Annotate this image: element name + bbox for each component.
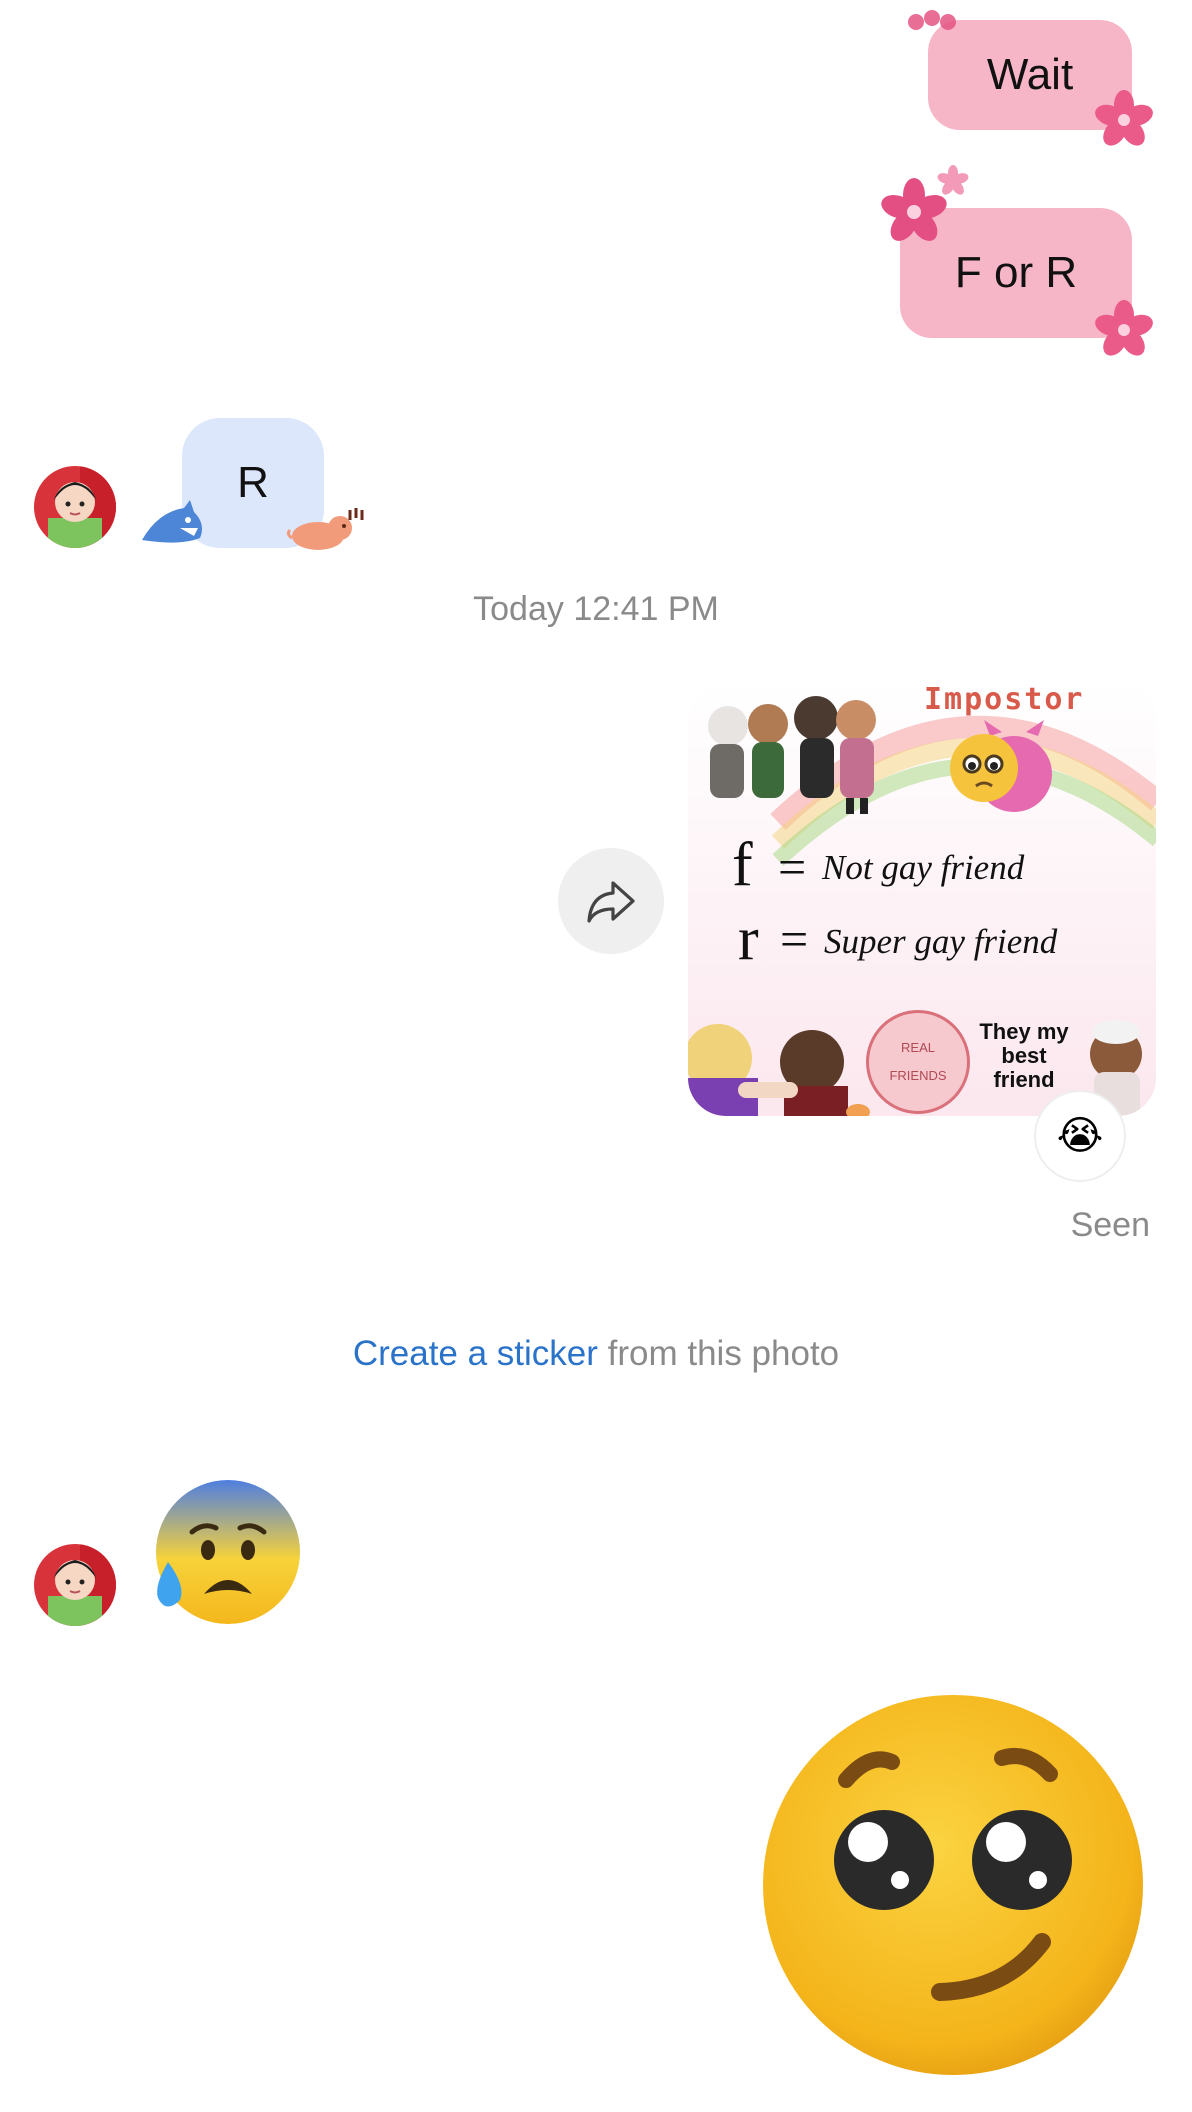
real-friends-badge: REAL FRIENDS [866,1010,970,1114]
anxious-face-with-sweat-icon[interactable] [144,1476,306,1628]
create-sticker-link[interactable]: Create a sticker [353,1334,598,1373]
flower-decoration-icon [1095,90,1153,146]
message-text: R [237,458,269,507]
photo-symbol-r: r [738,905,759,973]
share-arrow-icon [587,881,635,923]
avatar-image [34,466,116,548]
photo-text-f: Not gay friend [822,848,1025,887]
create-sticker-rest: from this photo [597,1334,840,1373]
pig-sticker-icon [286,508,364,550]
avatar-image [34,1544,116,1626]
flower-decoration-icon [908,10,956,30]
loudly-crying-face-icon: 😭 [1056,1114,1104,1158]
pleading-smirk-face-icon[interactable] [760,1692,1146,2078]
photo-symbol-f: f [732,831,753,899]
photo-equals-f: = [778,839,807,895]
contact-avatar[interactable] [34,1544,116,1626]
shared-photo[interactable]: Impostor f = Not gay friend r = Super ga… [688,682,1156,1116]
message-text: Wait [986,50,1074,99]
seen-status: Seen [1070,1206,1150,1244]
create-sticker-prompt: Create a sticker from this photo [0,1334,1192,1374]
share-button[interactable] [558,848,664,954]
photo-equals-r: = [780,911,809,967]
shark-sticker-icon [142,500,202,543]
flower-decoration-icon [1095,300,1153,356]
photo-text-r: Super gay friend [824,922,1058,961]
message-text: F or R [954,248,1078,297]
photo-caption: They my best friend [979,1019,1069,1092]
reaction-crying-face[interactable]: 😭 [1034,1090,1126,1182]
flower-decoration-icon [937,165,969,195]
contact-avatar[interactable] [34,466,116,548]
message-timestamp: Today 12:41 PM [473,590,719,628]
photo-title: Impostor [924,682,1085,717]
